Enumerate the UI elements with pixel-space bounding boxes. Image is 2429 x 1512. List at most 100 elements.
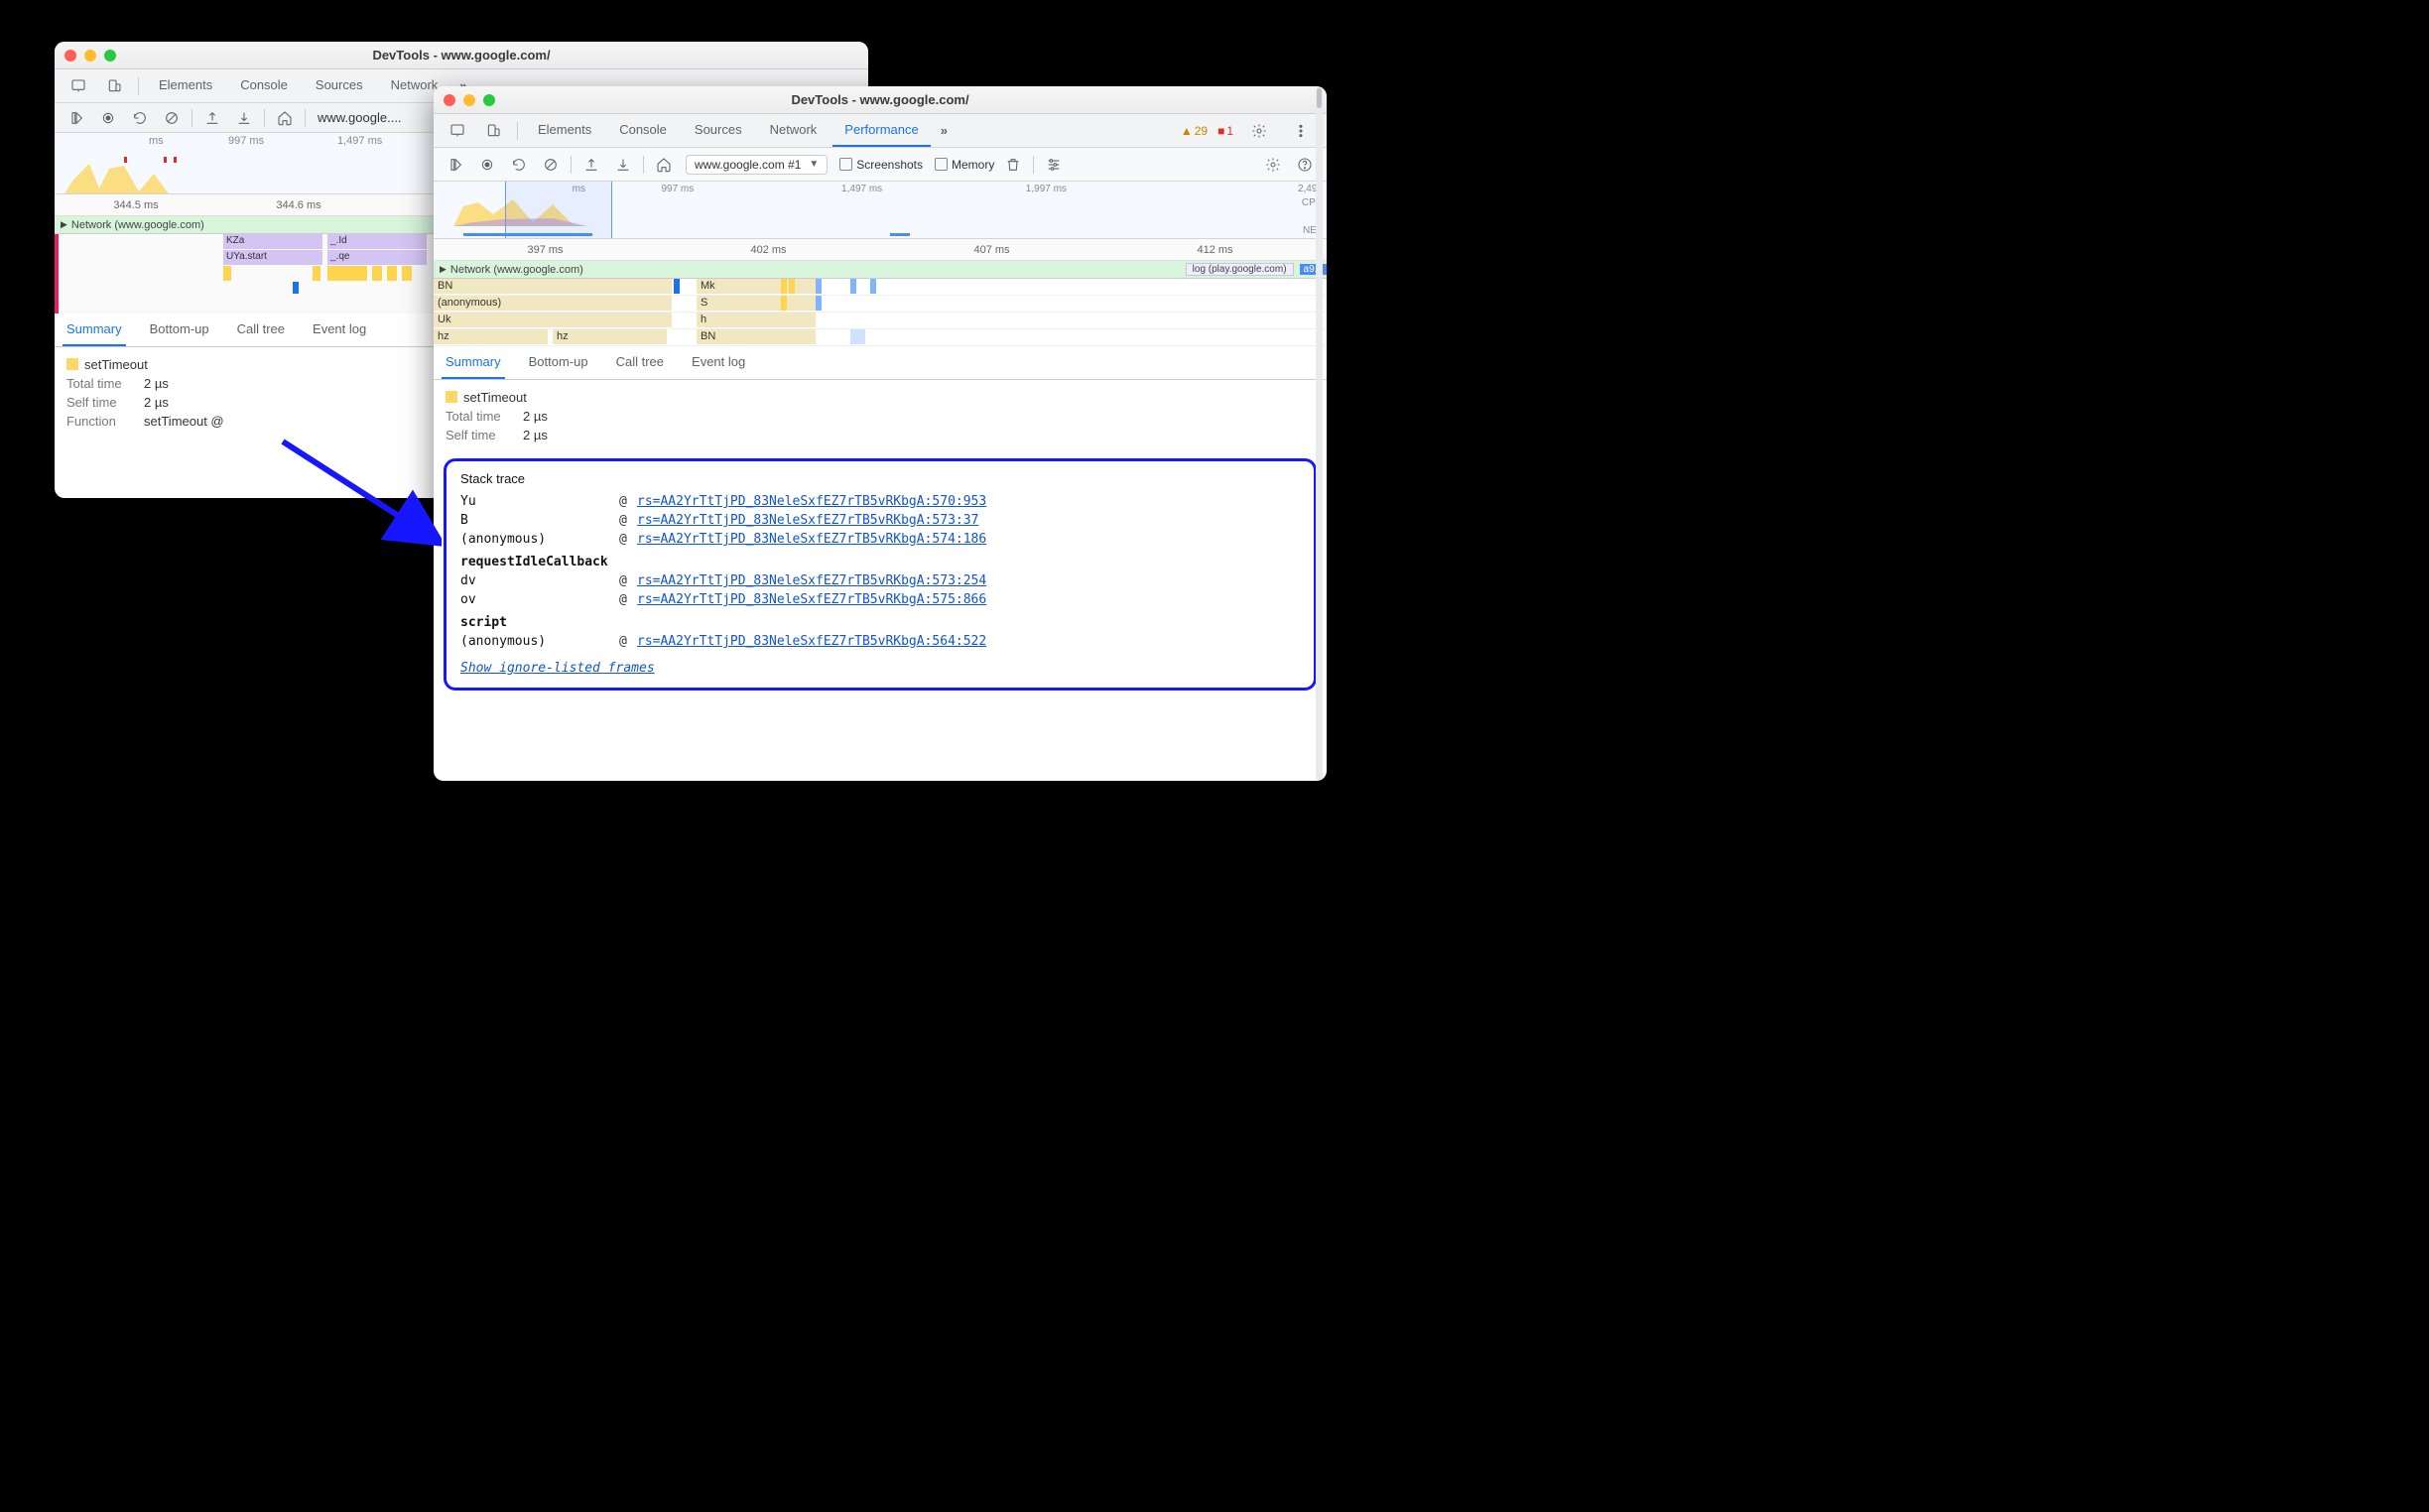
home-icon[interactable] — [653, 154, 675, 176]
help-icon[interactable] — [1294, 154, 1316, 176]
flame-block[interactable] — [850, 279, 856, 294]
gear-icon[interactable] — [1262, 154, 1284, 176]
detail-tab-summary[interactable]: Summary — [442, 346, 505, 379]
flame-block[interactable]: h — [697, 313, 816, 327]
download-icon[interactable] — [233, 107, 255, 129]
show-ignore-listed-link[interactable]: Show ignore-listed frames — [460, 661, 655, 676]
flame-block[interactable]: _.Id — [327, 234, 427, 249]
inspect-icon[interactable] — [67, 75, 89, 97]
flame-block[interactable]: KZa — [223, 234, 322, 249]
tab-console[interactable]: Console — [607, 114, 679, 147]
device-icon[interactable] — [482, 120, 504, 142]
tab-elements[interactable]: Elements — [147, 69, 224, 102]
scrollbar[interactable] — [1316, 86, 1323, 781]
source-link[interactable]: rs=AA2YrTtTjPD_83NeleSxfEZ7rTB5vRKbgA:57… — [637, 513, 978, 528]
gear-icon[interactable] — [1248, 120, 1270, 142]
source-link[interactable]: rs=AA2YrTtTjPD_83NeleSxfEZ7rTB5vRKbgA:57… — [637, 573, 986, 588]
upload-icon[interactable] — [580, 154, 602, 176]
device-icon[interactable] — [103, 75, 125, 97]
source-link[interactable]: rs=AA2YrTtTjPD_83NeleSxfEZ7rTB5vRKbgA:57… — [637, 494, 986, 509]
tab-console[interactable]: Console — [228, 69, 300, 102]
flame-block[interactable]: S — [697, 296, 816, 311]
flame-block[interactable] — [674, 279, 680, 294]
record-circle-icon[interactable] — [97, 107, 119, 129]
source-link[interactable]: rs=AA2YrTtTjPD_83NeleSxfEZ7rTB5vRKbgA:56… — [637, 634, 986, 649]
flame-block[interactable] — [781, 279, 787, 294]
flame-block[interactable] — [327, 266, 367, 281]
flame-block[interactable]: BN — [434, 279, 672, 294]
tab-sources[interactable]: Sources — [304, 69, 375, 102]
self-time-label: Self time — [66, 395, 136, 410]
close-icon[interactable] — [64, 50, 76, 62]
stack-frame: B @ rs=AA2YrTtTjPD_83NeleSxfEZ7rTB5vRKbg… — [460, 513, 1300, 528]
flame-block[interactable] — [870, 279, 876, 294]
ruler-tick: 407 ms — [973, 244, 1009, 256]
flame-block[interactable] — [223, 266, 231, 281]
network-track-front[interactable]: ▶ Network (www.google.com) log (play.goo… — [434, 261, 1327, 279]
clear-icon[interactable] — [161, 107, 183, 129]
flame-block[interactable] — [816, 279, 822, 294]
flame-block[interactable] — [850, 329, 865, 344]
detail-tab-bottomup[interactable]: Bottom-up — [146, 314, 213, 346]
tab-sources[interactable]: Sources — [683, 114, 754, 147]
minimize-icon[interactable] — [84, 50, 96, 62]
detail-tab-bottomup[interactable]: Bottom-up — [525, 346, 592, 379]
window-title: DevTools - www.google.com/ — [434, 92, 1327, 107]
detail-tab-calltree[interactable]: Call tree — [233, 314, 289, 346]
detail-tab-summary[interactable]: Summary — [63, 314, 126, 346]
flame-block[interactable]: _.qe — [327, 250, 427, 265]
errors-badge[interactable]: ■ 1 — [1217, 124, 1233, 138]
flame-block[interactable] — [789, 279, 795, 294]
detail-tab-eventlog[interactable]: Event log — [688, 346, 749, 379]
flame-block[interactable]: Mk — [697, 279, 816, 294]
zoom-icon[interactable] — [483, 94, 495, 106]
shortcuts-icon[interactable] — [1043, 154, 1065, 176]
close-icon[interactable] — [444, 94, 455, 106]
selection-region[interactable] — [505, 182, 612, 238]
expand-icon[interactable]: ▶ — [440, 264, 447, 275]
source-link[interactable]: rs=AA2YrTtTjPD_83NeleSxfEZ7rTB5vRKbgA:57… — [637, 532, 986, 547]
source-link[interactable]: rs=AA2YrTtTjPD_83NeleSxfEZ7rTB5vRKbgA:57… — [637, 592, 986, 607]
flame-block[interactable] — [781, 296, 787, 311]
reload-icon[interactable] — [508, 154, 530, 176]
tab-elements[interactable]: Elements — [526, 114, 603, 147]
warnings-badge[interactable]: ▲ 29 — [1181, 124, 1208, 138]
reload-icon[interactable] — [129, 107, 151, 129]
more-icon[interactable] — [1290, 120, 1312, 142]
clear-icon[interactable] — [540, 154, 562, 176]
flame-block[interactable] — [313, 266, 320, 281]
flame-block[interactable] — [372, 266, 382, 281]
flame-block[interactable]: (anonymous) — [434, 296, 672, 311]
record-icon[interactable] — [445, 154, 466, 176]
tabs-overflow-icon[interactable]: » — [941, 123, 948, 138]
minimize-icon[interactable] — [463, 94, 475, 106]
gc-icon[interactable] — [1002, 154, 1024, 176]
overview-timeline-front[interactable]: ms 997 ms 1,497 ms 1,997 ms 2,497 CPU NE… — [434, 182, 1327, 239]
expand-icon[interactable]: ▶ — [61, 219, 67, 230]
download-icon[interactable] — [612, 154, 634, 176]
flame-block[interactable] — [293, 282, 299, 294]
flame-block[interactable]: BN — [697, 329, 816, 344]
flame-block[interactable] — [402, 266, 412, 281]
flame-block[interactable] — [816, 296, 822, 311]
flame-chart-front[interactable]: BN Mk (anonymous) S Uk h hz hz BN — [434, 279, 1327, 346]
flame-block[interactable]: hz — [434, 329, 548, 344]
zoom-icon[interactable] — [104, 50, 116, 62]
tab-performance[interactable]: Performance — [832, 114, 930, 147]
flame-block[interactable]: hz — [553, 329, 667, 344]
log-request[interactable]: log (play.google.com) — [1186, 263, 1294, 276]
record-icon[interactable] — [65, 107, 87, 129]
record-circle-icon[interactable] — [476, 154, 498, 176]
memory-checkbox[interactable]: Memory — [935, 158, 994, 172]
upload-icon[interactable] — [201, 107, 223, 129]
screenshots-checkbox[interactable]: Screenshots — [839, 158, 923, 172]
recording-selector[interactable]: www.google.com #1 ▼ — [686, 155, 828, 175]
tab-network[interactable]: Network — [758, 114, 830, 147]
home-icon[interactable] — [274, 107, 296, 129]
flame-block[interactable] — [387, 266, 397, 281]
detail-tab-calltree[interactable]: Call tree — [612, 346, 668, 379]
flame-block[interactable]: Uk — [434, 313, 672, 327]
detail-tab-eventlog[interactable]: Event log — [309, 314, 370, 346]
flame-block[interactable]: UYa.start — [223, 250, 322, 265]
inspect-icon[interactable] — [447, 120, 468, 142]
